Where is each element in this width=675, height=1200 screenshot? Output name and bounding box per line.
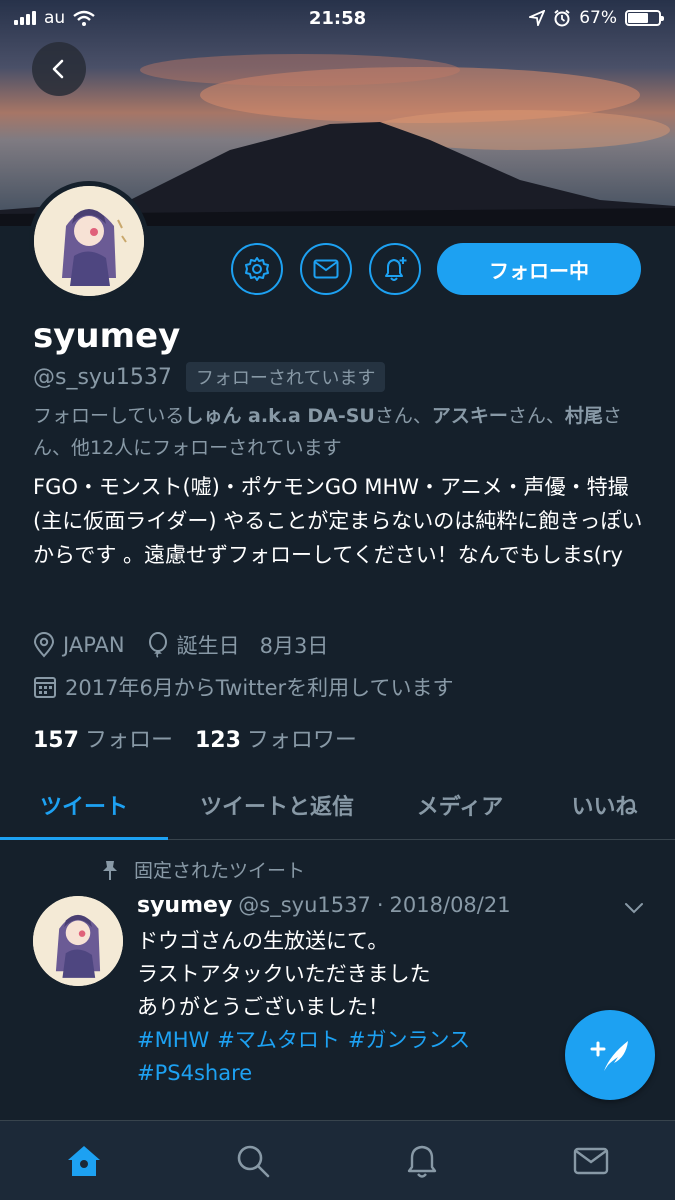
following-label: フォロー — [84, 728, 173, 753]
tweet-header: syumey @s_syu1537 · 2018/08/21 — [137, 893, 511, 918]
birthday-date: 8月3日 — [259, 634, 329, 658]
compose-button[interactable] — [565, 1010, 655, 1100]
calendar-icon — [34, 677, 56, 698]
birthday-label: 誕生日 — [176, 634, 240, 658]
tab-tweets[interactable]: ツイート — [0, 770, 168, 840]
nav-notifications[interactable] — [382, 1121, 462, 1200]
profile-name: syumey — [33, 316, 181, 356]
pinned-label-row: 固定されたツイート — [100, 856, 305, 883]
tab-tweets-replies[interactable]: ツイートと返信 — [168, 770, 386, 839]
hashtag-link[interactable]: #MHW — [137, 1028, 209, 1052]
followers-count: 123 — [194, 728, 241, 753]
nav-messages[interactable] — [551, 1121, 631, 1200]
joined-row: 2017年6月からTwitterを利用しています — [33, 672, 454, 702]
profile-avatar[interactable] — [29, 181, 149, 301]
follow-counts: 157 フォロー 123 フォロワー — [33, 722, 357, 754]
following-button[interactable]: フォロー中 — [437, 243, 641, 295]
envelope-icon — [573, 1147, 608, 1174]
profile-tabs: ツイート ツイートと返信 メディア いいね — [0, 770, 675, 840]
avatar-illustration — [33, 896, 123, 986]
hashtag-link[interactable]: #ガンランス — [348, 1028, 470, 1052]
nav-home[interactable] — [44, 1121, 124, 1200]
wifi-icon — [73, 10, 95, 26]
profile-handle: @s_syu1537 — [33, 364, 172, 390]
profile-meta-row: JAPAN 誕生日 8月3日 — [33, 630, 328, 660]
tab-media[interactable]: メディア — [386, 770, 534, 839]
bell-plus-icon — [385, 257, 407, 281]
search-icon — [237, 1145, 270, 1177]
tweet-author-handle: @s_syu1537 — [238, 893, 371, 917]
tweet-dot: · — [376, 893, 384, 917]
chevron-down-icon — [625, 903, 643, 914]
tweet-line: ドウゴさんの生放送にて。 — [137, 929, 389, 953]
home-icon — [68, 1145, 101, 1176]
carrier-label: au — [44, 8, 66, 28]
location-arrow-icon — [529, 10, 546, 26]
alarm-icon — [554, 9, 570, 27]
pinned-label: 固定されたツイート — [134, 860, 306, 882]
tweet-text: ドウゴさんの生放送にて。 ラストアタックいただきました ありがとうございました！ — [137, 925, 557, 1024]
status-bar: au 21:58 67% — [0, 0, 675, 36]
followed-by-sep: さん、 — [507, 405, 565, 427]
back-button[interactable] — [32, 42, 86, 96]
location-pin-icon — [33, 632, 55, 658]
chevron-left-icon — [52, 59, 64, 79]
feather-plus-icon — [590, 1041, 628, 1071]
followed-by-user: 村尾 — [564, 405, 603, 427]
followed-by-prefix: フォローしている — [33, 405, 185, 427]
joined-text: 2017年6月からTwitterを利用しています — [65, 676, 454, 700]
tweet-more-button[interactable] — [624, 900, 644, 919]
signal-icon — [14, 11, 36, 25]
followed-by-user: しゅん a.k.a DA-SU — [184, 405, 375, 427]
pin-icon — [103, 860, 117, 880]
bell-icon — [407, 1145, 437, 1178]
bottom-nav — [0, 1120, 675, 1200]
tweet-author-name[interactable]: syumey — [137, 893, 232, 918]
following-count-link[interactable]: 157 フォロー — [33, 722, 173, 754]
followers-label: フォロワー — [246, 728, 357, 753]
battery-icon — [625, 10, 664, 26]
tweet-line: ありがとうございました！ — [137, 995, 389, 1019]
tweet-line: ラストアタックいただきました — [137, 962, 431, 986]
tab-likes[interactable]: いいね — [534, 770, 675, 839]
avatar-illustration — [34, 186, 144, 296]
notify-button[interactable] — [369, 243, 421, 295]
message-button[interactable] — [300, 243, 352, 295]
following-count: 157 — [33, 728, 79, 753]
hashtag-link[interactable]: #PS4share — [137, 1061, 252, 1085]
envelope-icon — [313, 259, 339, 279]
followers-count-link[interactable]: 123 フォロワー — [195, 722, 357, 754]
tweet-avatar[interactable] — [33, 896, 123, 986]
followed-by-user: アスキー — [431, 405, 508, 427]
followed-by-text[interactable]: フォローしているしゅん a.k.a DA-SUさん、アスキーさん、村尾さん、他1… — [33, 400, 643, 464]
follows-you-badge: フォローされています — [185, 362, 386, 392]
profile-bio: FGO・モンスト(嘘)・ポケモンGO MHW・アニメ・声優・特撮(主に仮面ライダ… — [33, 475, 643, 567]
gear-icon — [245, 257, 269, 281]
tweet-hashtags: #MHW #マムタロト #ガンランス #PS4share — [137, 1024, 557, 1090]
handle-row: @s_syu1537 フォローされています — [33, 362, 386, 392]
hashtag-link[interactable]: #マムタロト — [217, 1028, 340, 1052]
location-text: JAPAN — [63, 633, 125, 657]
settings-button[interactable] — [231, 243, 283, 295]
tweet-date: 2018/08/21 — [389, 893, 511, 917]
nav-search[interactable] — [213, 1121, 293, 1200]
battery-percent: 67% — [579, 8, 617, 28]
balloon-icon — [148, 632, 167, 658]
followed-by-sep: さん、 — [374, 405, 432, 427]
